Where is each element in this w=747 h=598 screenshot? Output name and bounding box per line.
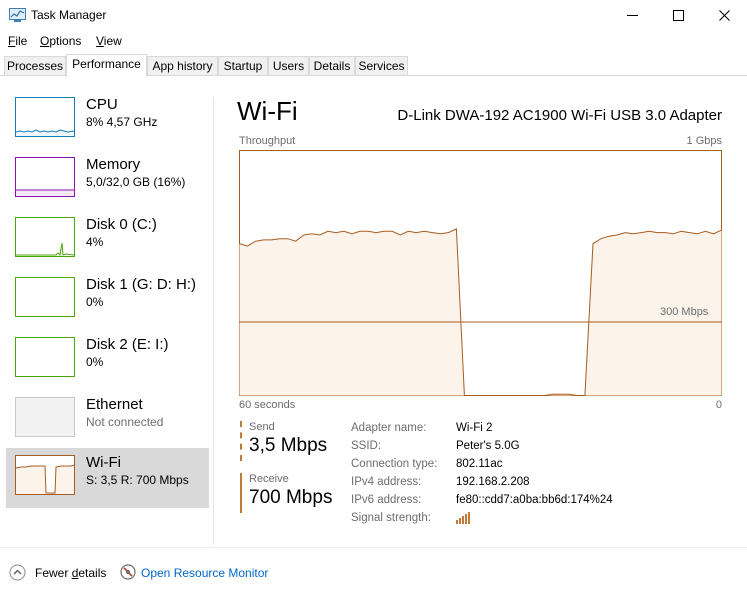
menu-bar: File Options View: [0, 31, 747, 51]
sidebar-item-subtitle: 0%: [86, 355, 104, 369]
page-title: Wi-Fi: [237, 96, 298, 126]
fewer-details-pre: Fewer: [35, 566, 72, 580]
detail-key: IPv4 address:: [351, 476, 422, 488]
sidebar-item-title: Memory: [86, 156, 141, 173]
minimize-icon: [626, 15, 638, 16]
sidebar-item-cpu[interactable]: CPU 8% 4,57 GHz: [6, 90, 209, 150]
graph-time-span-label: 60 seconds: [239, 399, 296, 411]
sidebar-item-subtitle: 5,0/32,0 GB (16%): [86, 175, 186, 189]
title-bar: Task Manager: [0, 0, 747, 31]
menu-options[interactable]: Options: [40, 34, 81, 48]
sidebar-item-subtitle: Not connected: [86, 415, 164, 429]
detail-key: IPv6 address:: [351, 494, 422, 506]
tab-services[interactable]: Services: [355, 56, 408, 76]
ethernet-thumbnail-graph: [15, 397, 75, 437]
close-button[interactable]: [701, 0, 747, 31]
sidebar-item-subtitle: S: 3,5 R: 700 Mbps: [86, 473, 189, 487]
menu-options-label: ptions: [49, 34, 82, 48]
sidebar-item-disk-1[interactable]: Disk 1 (G: D: H:) 0%: [6, 270, 209, 330]
sidebar-item-title: Disk 2 (E: I:): [86, 336, 169, 353]
sidebar-item-title: Ethernet: [86, 396, 143, 413]
tab-strip: Processes Performance App history Startu…: [0, 54, 747, 77]
sidebar-item-subtitle: 0%: [86, 295, 104, 309]
sidebar-item-disk-2[interactable]: Disk 2 (E: I:) 0%: [6, 330, 209, 390]
tab-details[interactable]: Details: [309, 56, 355, 76]
wifi-thumbnail-graph: [15, 455, 75, 495]
maximize-icon: [672, 10, 684, 21]
fewer-details-post: etails: [78, 566, 107, 580]
sidebar-item-title: Disk 0 (C:): [86, 216, 157, 233]
footer-divider: [0, 547, 747, 548]
menu-options-accel: O: [40, 34, 50, 48]
send-metric: Send 3,5 Mbps: [240, 421, 340, 461]
detail-value: 802.11ac: [456, 458, 503, 470]
detail-key: Connection type:: [351, 458, 438, 470]
tab-users[interactable]: Users: [268, 56, 309, 76]
minimize-button[interactable]: [609, 0, 655, 31]
sidebar-item-wifi[interactable]: Wi-Fi S: 3,5 R: 700 Mbps: [6, 448, 209, 508]
detail-key: Signal strength:: [351, 512, 431, 524]
sidebar-item-disk-0[interactable]: Disk 0 (C:) 4%: [6, 210, 209, 270]
graph-zero-label: 0: [715, 399, 722, 411]
detail-value: Wi-Fi 2: [456, 422, 493, 434]
menu-file-label: ile: [15, 34, 28, 48]
window-title: Task Manager: [31, 8, 107, 22]
receive-metric: Receive 700 Mbps: [240, 473, 340, 513]
maximize-button[interactable]: [655, 0, 701, 31]
open-resource-monitor-link[interactable]: Open Resource Monitor: [141, 566, 268, 580]
detail-key: Adapter name:: [351, 422, 427, 434]
adapter-model: D-Link DWA-192 AC1900 Wi-Fi USB 3.0 Adap…: [397, 107, 722, 124]
sidebar-item-ethernet[interactable]: Ethernet Not connected: [6, 390, 209, 450]
detail-value: Peter's 5.0G: [456, 440, 520, 452]
send-label: Send: [249, 421, 275, 433]
menu-view-label: iew: [103, 34, 122, 48]
detail-value: 192.168.2.208: [456, 476, 530, 488]
memory-thumbnail-graph: [15, 157, 75, 197]
graph-reference-label: 300 Mbps: [660, 306, 709, 318]
throughput-graph: [239, 150, 722, 396]
task-manager-icon: [9, 8, 26, 22]
sidebar-item-title: Wi-Fi: [86, 454, 121, 471]
disk-2-thumbnail-graph: [15, 337, 75, 377]
disk-1-thumbnail-graph: [15, 277, 75, 317]
disk-0-thumbnail-graph: [15, 217, 75, 257]
sidebar-item-title: CPU: [86, 96, 118, 113]
resource-sidebar: CPU 8% 4,57 GHz Memory 5,0/32,0 GB (16%)…: [6, 90, 209, 510]
resource-monitor-icon[interactable]: [120, 564, 136, 580]
graph-max-label: 1 Gbps: [686, 135, 722, 147]
close-icon: [718, 10, 730, 21]
receive-value: 700 Mbps: [249, 487, 333, 508]
tab-processes[interactable]: Processes: [4, 56, 66, 76]
tab-performance[interactable]: Performance: [66, 54, 147, 77]
menu-file[interactable]: File: [8, 34, 27, 48]
tab-startup[interactable]: Startup: [218, 56, 268, 76]
menu-view[interactable]: View: [96, 34, 122, 48]
sidebar-item-subtitle: 4%: [86, 235, 104, 249]
detail-key: SSID:: [351, 440, 382, 452]
sidebar-divider: [213, 98, 214, 545]
fewer-details-button[interactable]: Fewer details: [35, 566, 106, 580]
receive-label: Receive: [249, 473, 289, 485]
cpu-thumbnail-graph: [15, 97, 75, 137]
sidebar-item-title: Disk 1 (G: D: H:): [86, 276, 197, 293]
fewer-details-icon[interactable]: [9, 564, 26, 581]
detail-value: [456, 512, 473, 524]
tab-app-history[interactable]: App history: [147, 56, 218, 76]
throughput-label: Throughput: [239, 135, 296, 147]
sidebar-item-memory[interactable]: Memory 5,0/32,0 GB (16%): [6, 150, 209, 210]
sidebar-item-subtitle: 8% 4,57 GHz: [86, 115, 158, 129]
menu-view-accel: V: [96, 34, 104, 48]
detail-value: fe80::cdd7:a0ba:bb6d:174%24: [456, 494, 613, 506]
send-value: 3,5 Mbps: [249, 435, 328, 456]
signal-strength-icon: [456, 512, 470, 524]
